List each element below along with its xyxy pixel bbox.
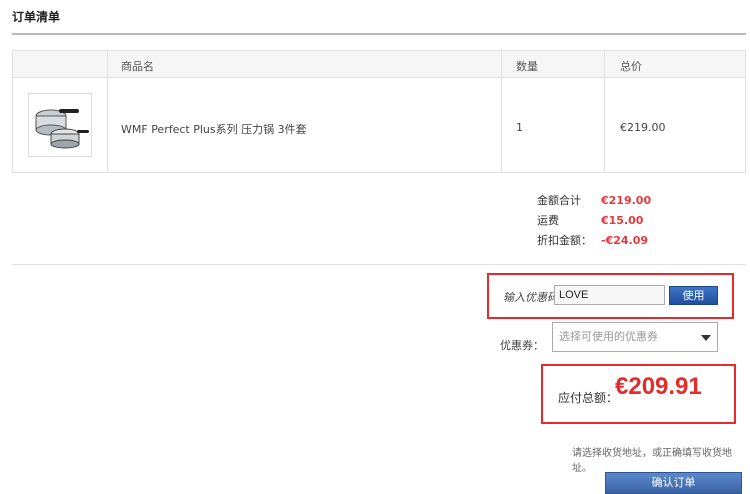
pressure-cooker-icon [35,109,89,149]
address-note: 请选择收货地址，或正确填写收货地址。 [572,448,732,474]
product-total: €219.00 [620,121,666,134]
promo-code-label: 输入优惠码 [503,291,558,304]
title-divider [12,33,746,35]
subtotal-row: 金额合计 €219.00 [537,192,651,208]
column-divider [604,51,605,172]
subtotal-label: 金额合计 [537,194,581,207]
header-total: 总价 [620,60,642,73]
shipping-label: 运费 [537,214,559,227]
discount-value: -€24.09 [601,234,649,247]
subtotal-value: €219.00 [601,194,652,207]
coupon-select-value: 选择可使用的优惠券 [559,330,658,343]
coupon-select[interactable]: 选择可使用的优惠券 [552,322,718,352]
header-qty: 数量 [516,60,538,73]
section-divider [12,264,746,265]
shipping-row: 运费 €15.00 [537,212,643,228]
confirm-order-button[interactable]: 确认订单 [605,472,742,494]
column-divider [107,51,108,172]
discount-label: 折扣金额： [537,234,592,247]
discount-row: 折扣金额： -€24.09 [537,232,648,248]
apply-promo-button[interactable]: 使用 [669,286,718,305]
shipping-value: €15.00 [601,214,644,227]
page-title: 订单清单 [12,10,61,24]
header-name: 商品名 [121,60,154,73]
coupon-label: 优惠券： [500,339,544,352]
promo-code-input[interactable] [554,285,665,305]
chevron-down-icon [701,335,711,341]
product-name-link[interactable]: WMF Perfect Plus系列 压力锅 3件套 [121,121,307,137]
payable-amount: €209.91 [615,373,702,400]
product-image[interactable] [28,93,92,157]
column-divider [501,51,502,172]
payable-label: 应付总额： [558,391,619,405]
product-qty: 1 [516,121,523,134]
order-table: 商品名 数量 总价 WMF Perfect Plus系列 压力锅 3件套 1 €… [12,50,746,173]
